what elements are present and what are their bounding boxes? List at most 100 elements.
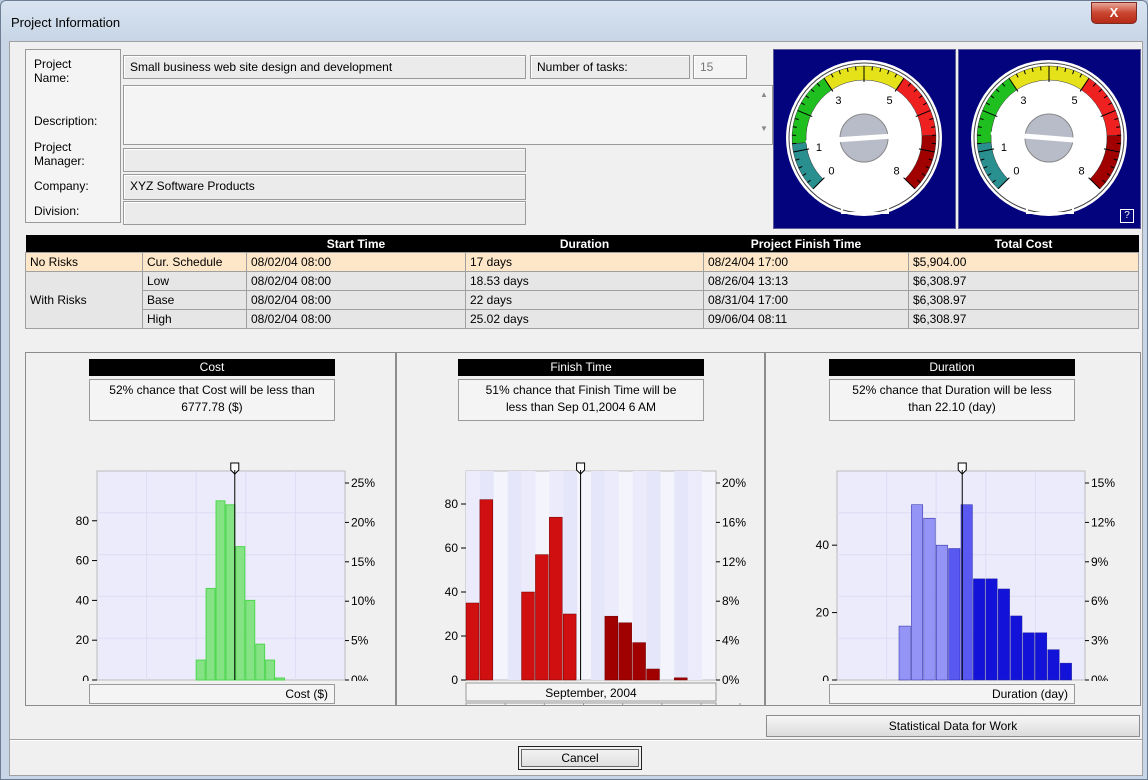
duration-cell: 17 days [465, 252, 704, 272]
title-bar[interactable]: Project Information X [1, 1, 1147, 35]
histogram-bar [674, 677, 688, 681]
project-name-label: Project Name: [34, 57, 72, 85]
cost-note-line2: 6777.78 ($) [181, 400, 243, 414]
y-tick-label-right: 0% [351, 673, 369, 681]
project-name-field[interactable]: Small business web site design and devel… [123, 55, 526, 79]
gauge-needle-tail [863, 133, 891, 141]
histogram-bar [549, 516, 563, 681]
help-icon[interactable]: ? [1120, 209, 1134, 223]
histogram-bar [562, 613, 577, 681]
gauge-tick-label: 5 [886, 95, 892, 107]
y-tick-label-right: 9% [1091, 555, 1109, 569]
duration-score-label: Duration Score [1009, 173, 1090, 187]
histogram-bar [235, 546, 246, 681]
start-cell: 08/02/04 08:00 [246, 271, 466, 291]
finish-cell: 08/24/04 17:00 [703, 252, 909, 272]
header-duration: Duration [465, 235, 704, 253]
day-band [646, 471, 661, 680]
gauge-tick-label: 3 [835, 95, 841, 107]
histogram-bar [215, 500, 226, 681]
cost-score-value: 1.22 [841, 190, 889, 214]
duration-panel-title: Duration [829, 359, 1075, 376]
case-cell: Cur. Schedule [142, 252, 247, 272]
histogram-bar [275, 677, 285, 681]
y-tick-label-right: 15% [351, 555, 375, 569]
finish-note-line1: 51% chance that Finish Time will be [485, 383, 677, 397]
histogram-bar [535, 554, 549, 681]
company-label: Company: [34, 179, 89, 193]
cost-panel: Cost 52% chance that Cost will be less t… [25, 352, 396, 706]
cancel-button[interactable]: Cancel [518, 746, 642, 770]
y-tick-label-left: 60 [76, 554, 90, 568]
table-row[interactable]: High 08/02/04 08:00 25.02 days 09/06/04 … [26, 309, 1139, 329]
histogram-bar [225, 504, 236, 681]
finish-time-panel: Finish Time 51% chance that Finish Time … [396, 352, 765, 706]
y-tick-label-right: 20% [722, 476, 746, 490]
histogram-bar [1010, 615, 1023, 681]
scroll-down-icon[interactable]: ▼ [760, 124, 770, 133]
y-tick-label-right: 15% [1091, 476, 1115, 490]
gauge-tick-label: 1 [816, 142, 822, 154]
finish-cell: 09/06/04 08:11 [703, 309, 909, 329]
dialog-body: Project Name: Description: Project Manag… [9, 41, 1143, 776]
description-field[interactable]: ▲ ▼ [123, 85, 773, 145]
table-row[interactable]: With Risks Low 08/02/04 08:00 18.53 days… [25, 271, 1139, 329]
division-label: Division: [34, 204, 80, 218]
y-tick-label-right: 4% [722, 634, 740, 648]
y-tick-label-right: 0% [1091, 673, 1109, 681]
histogram-bar [985, 578, 998, 681]
y-tick-label-left: 60 [445, 541, 459, 555]
header-case [142, 235, 247, 253]
duration-histogram: 020400%3%6%9%12%15%12.0016.0020.0024.002… [816, 462, 1115, 681]
histogram-bar [521, 591, 535, 681]
cost-histogram: 0204060800%5%10%15%20%25%4000.006000.008… [76, 462, 375, 681]
histogram-bar [1059, 662, 1072, 681]
y-tick-label-left: 80 [445, 497, 459, 511]
finish-note-line2: less than Sep 01,2004 6 AM [505, 400, 657, 414]
histogram-bar [465, 602, 480, 681]
statistical-data-button[interactable]: Statistical Data for Work [766, 715, 1140, 737]
y-tick-label-right: 20% [351, 515, 375, 529]
table-row[interactable]: No Risks Cur. Schedule 08/02/04 08:00 17… [25, 252, 1139, 272]
y-tick-label-right: 25% [351, 476, 375, 490]
project-manager-field[interactable] [123, 148, 526, 172]
header-finish-time: Project Finish Time [703, 235, 909, 253]
histogram-bar [911, 504, 924, 681]
scroll-up-icon[interactable]: ▲ [760, 90, 770, 99]
table-row[interactable]: Base 08/02/04 08:00 22 days 08/31/04 17:… [26, 290, 1139, 310]
gauge-tick-label: 5 [1071, 95, 1077, 107]
close-button[interactable]: X [1091, 2, 1137, 24]
y-tick-label-right: 10% [351, 594, 375, 608]
close-icon: X [1109, 5, 1119, 20]
description-label: Description: [34, 114, 98, 128]
y-tick-label-left: 20 [816, 606, 830, 620]
cost-panel-title: Cost [89, 359, 335, 376]
division-field[interactable] [123, 201, 526, 225]
y-tick-label-left: 80 [76, 514, 90, 528]
cost-cell: $6,308.97 [908, 309, 1139, 329]
histogram-bar [479, 499, 494, 681]
histogram-bar [1035, 632, 1048, 681]
start-cell: 08/02/04 08:00 [246, 290, 466, 310]
y-tick-label-left: 20 [445, 629, 459, 643]
duration-score-gauge: 01358 Duration Score 1.47 ? [958, 49, 1141, 229]
histogram-bar [255, 643, 266, 681]
num-tasks-field[interactable]: 15 [693, 55, 747, 79]
table-header-row: Start Time Duration Project Finish Time … [25, 235, 1139, 253]
histogram-bar [1047, 649, 1060, 681]
duration-x-axis-label: Duration (day) [829, 684, 1075, 704]
day-band [674, 471, 689, 680]
duration-note-line1: 52% chance that Duration will be less [852, 383, 1052, 397]
finish-time-histogram: 0204060800%4%8%12%16%20%September, 20042… [445, 462, 746, 705]
num-tasks-label: Number of tasks: [530, 55, 690, 79]
header-total-cost: Total Cost [908, 235, 1139, 253]
gauge-tick-label: 1 [1001, 142, 1007, 154]
y-tick-label-right: 12% [722, 555, 746, 569]
y-tick-label-left: 0 [822, 673, 829, 681]
histogram-bar [923, 517, 936, 681]
header-start-time: Start Time [246, 235, 466, 253]
cost-note-line1: 52% chance that Cost will be less than [109, 383, 315, 397]
y-tick-label-left: 0 [451, 673, 458, 687]
cost-probability-note: 52% chance that Cost will be less than 6… [89, 379, 335, 421]
company-field[interactable]: XYZ Software Products [123, 174, 526, 200]
